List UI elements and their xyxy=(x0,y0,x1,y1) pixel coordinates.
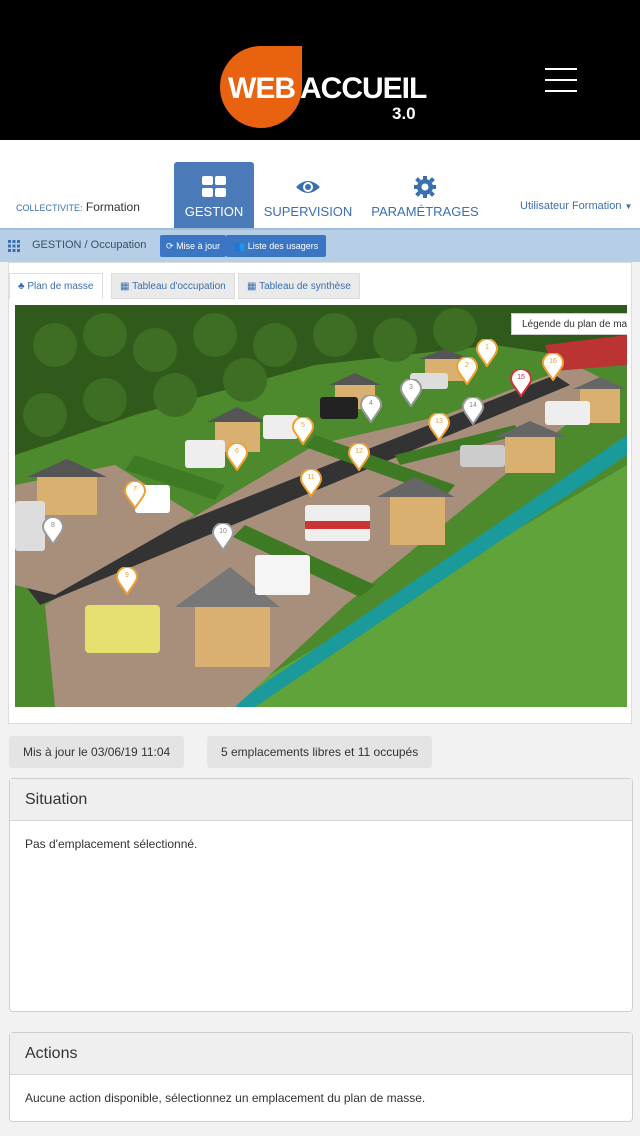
map-marker-15[interactable]: 15 xyxy=(509,368,533,398)
map-marker-5[interactable]: 5 xyxy=(291,416,315,446)
breadcrumb-bar: GESTION / Occupation ⟳ Mise à jour 👥 Lis… xyxy=(0,228,640,262)
map-marker-8[interactable]: 8 xyxy=(41,516,65,546)
eye-icon xyxy=(296,181,320,193)
sitemap-icon: ♣ xyxy=(18,281,25,292)
map-marker-label: 11 xyxy=(307,474,315,481)
tab-tableau-occupation-label: Tableau d'occupation xyxy=(132,281,226,292)
top-bar: WEB ACCUEIL 3.0 xyxy=(0,0,640,140)
caret-down-icon: ▼ xyxy=(624,202,633,211)
map-marker-label: 13 xyxy=(435,418,443,425)
users-list-button[interactable]: 👥 Liste des usagers xyxy=(226,235,327,257)
map-marker-label: 10 xyxy=(219,528,227,535)
tab-gestion-label: GESTION xyxy=(184,204,244,219)
map-legend-button[interactable]: Légende du plan de masse xyxy=(511,313,627,335)
table-icon: ▦ xyxy=(247,281,257,292)
tab-plan-de-masse-label: Plan de masse xyxy=(27,281,94,292)
actions-body: Aucune action disponible, sélectionnez u… xyxy=(25,1091,426,1105)
tab-tableau-synthese[interactable]: ▦ Tableau de synthèse xyxy=(238,273,360,299)
map-marker-10[interactable]: 10 xyxy=(211,522,235,552)
user-menu[interactable]: Utilisateur Formation ▼ xyxy=(520,200,632,212)
map-marker-11[interactable]: 11 xyxy=(299,468,323,498)
users-icon: 👥 xyxy=(234,241,246,251)
map-marker-label: 14 xyxy=(469,402,477,409)
breadcrumb: GESTION / Occupation xyxy=(32,239,147,251)
user-name: Utilisateur Formation xyxy=(520,200,622,212)
tab-plan-de-masse[interactable]: ♣ Plan de masse xyxy=(9,273,103,299)
hamburger-menu-icon[interactable] xyxy=(545,68,577,92)
map-marker-9[interactable]: 9 xyxy=(115,566,139,596)
map-marker-2[interactable]: 2 xyxy=(455,356,479,386)
users-list-button-label: Liste des usagers xyxy=(247,241,319,251)
collectivite-value: Formation xyxy=(85,200,140,214)
map-marker-label: 7 xyxy=(133,486,137,493)
refresh-button[interactable]: ⟳ Mise à jour xyxy=(160,235,227,257)
tab-tableau-occupation[interactable]: ▦ Tableau d'occupation xyxy=(111,273,235,299)
content-panel: ♣ Plan de masse ▦ Tableau d'occupation ▦… xyxy=(8,262,632,724)
map-marker-6[interactable]: 6 xyxy=(225,442,249,472)
logo-accueil-text: ACCUEIL xyxy=(300,72,427,105)
map-marker-7[interactable]: 7 xyxy=(123,480,147,510)
last-update-chip: Mis à jour le 03/06/19 11:04 xyxy=(9,736,185,768)
refresh-button-label: Mise à jour xyxy=(176,241,221,251)
logo-web-text: WEB xyxy=(228,72,296,105)
situation-body: Pas d'emplacement sélectionné. xyxy=(25,837,198,851)
tab-parametrages-label: PARAMÉTRAGES xyxy=(371,204,479,219)
last-update-text: Mis à jour le 03/06/19 11:04 xyxy=(23,745,171,759)
map-marker-14[interactable]: 14 xyxy=(461,396,485,426)
situation-card: Situation Pas d'emplacement sélectionné. xyxy=(9,778,633,1012)
table-icon: ▦ xyxy=(120,281,130,292)
map-marker-label: 3 xyxy=(409,384,413,391)
collectivite-info: COLLECTIVITE: Formation xyxy=(16,200,140,214)
gear-icon xyxy=(414,176,436,198)
map-marker-3[interactable]: 3 xyxy=(399,378,423,408)
main-nav: COLLECTIVITE: Formation GESTION SUPERVIS… xyxy=(0,140,640,228)
app-logo[interactable]: WEB ACCUEIL 3.0 xyxy=(220,46,430,130)
occupancy-summary-chip: 5 emplacements libres et 11 occupés xyxy=(207,736,433,768)
map-marker-label: 1 xyxy=(485,344,489,351)
site-plan-map[interactable]: Légende du plan de masse 1 2 3 4 5 6 7 8… xyxy=(15,305,627,707)
map-marker-label: 15 xyxy=(517,374,525,381)
map-marker-label: 5 xyxy=(301,422,305,429)
map-marker-12[interactable]: 12 xyxy=(347,442,371,472)
logo-version: 3.0 xyxy=(392,104,416,123)
collectivite-label: COLLECTIVITE: xyxy=(16,203,83,213)
map-marker-label: 9 xyxy=(125,572,129,579)
map-marker-4[interactable]: 4 xyxy=(359,394,383,424)
site-plan-illustration xyxy=(15,305,627,707)
tab-parametrages[interactable]: PARAMÉTRAGES xyxy=(370,162,480,228)
apps-grid-icon xyxy=(8,240,20,252)
map-marker-label: 4 xyxy=(369,400,373,407)
map-marker-label: 2 xyxy=(465,362,469,369)
tab-supervision-label: SUPERVISION xyxy=(263,204,353,219)
map-marker-16[interactable]: 16 xyxy=(541,352,565,382)
map-marker-label: 8 xyxy=(51,522,55,529)
map-marker-label: 6 xyxy=(235,448,239,455)
actions-title: Actions xyxy=(10,1033,632,1075)
map-legend-label: Légende du plan de masse xyxy=(522,319,627,330)
map-marker-label: 12 xyxy=(355,448,363,455)
tab-tableau-synthese-label: Tableau de synthèse xyxy=(259,281,351,292)
tab-gestion[interactable]: GESTION xyxy=(174,162,254,228)
grid-icon xyxy=(202,176,226,197)
occupancy-summary-text: 5 emplacements libres et 11 occupés xyxy=(221,745,419,759)
map-marker-13[interactable]: 13 xyxy=(427,412,451,442)
map-marker-1[interactable]: 1 xyxy=(475,338,499,368)
map-marker-label: 16 xyxy=(549,358,557,365)
actions-card: Actions Aucune action disponible, sélect… xyxy=(9,1032,633,1122)
situation-title: Situation xyxy=(10,779,632,821)
refresh-icon: ⟳ xyxy=(166,241,174,251)
tab-supervision[interactable]: SUPERVISION xyxy=(262,162,354,228)
